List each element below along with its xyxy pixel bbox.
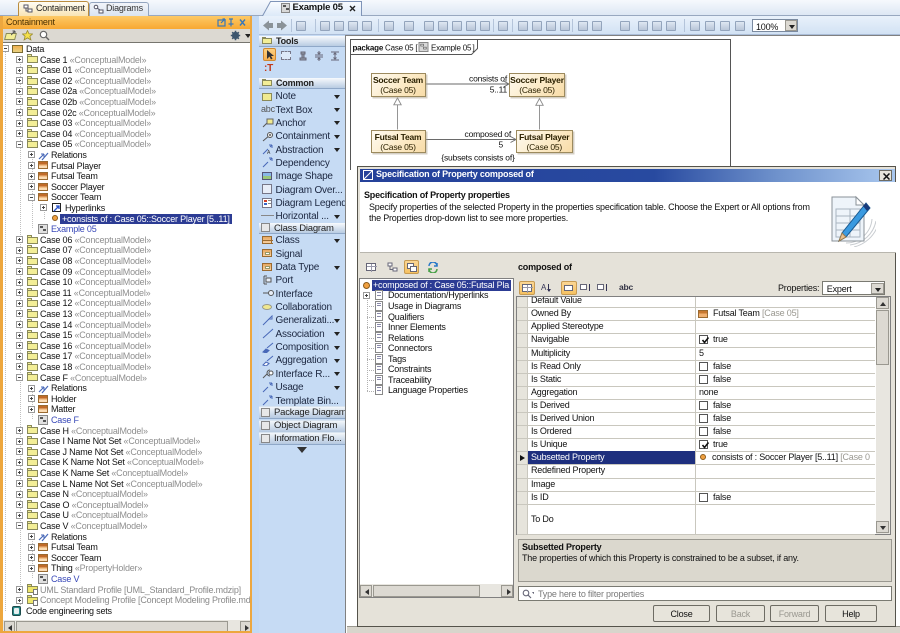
svg-text:]: ] <box>473 44 475 53</box>
svg-text:composed of: composed of <box>465 129 512 139</box>
svg-text:5: 5 <box>498 140 503 150</box>
svg-text:consists of: consists of <box>469 74 508 84</box>
svg-text:A: A <box>267 150 271 155</box>
svg-text:5..11: 5..11 <box>490 85 508 95</box>
svg-text:Case 05 [: Case 05 [ <box>385 44 418 53</box>
svg-text:package: package <box>353 44 384 53</box>
svg-text:Example 05: Example 05 <box>431 44 472 53</box>
svg-text:{subsets consists of}: {subsets consists of} <box>441 153 515 163</box>
